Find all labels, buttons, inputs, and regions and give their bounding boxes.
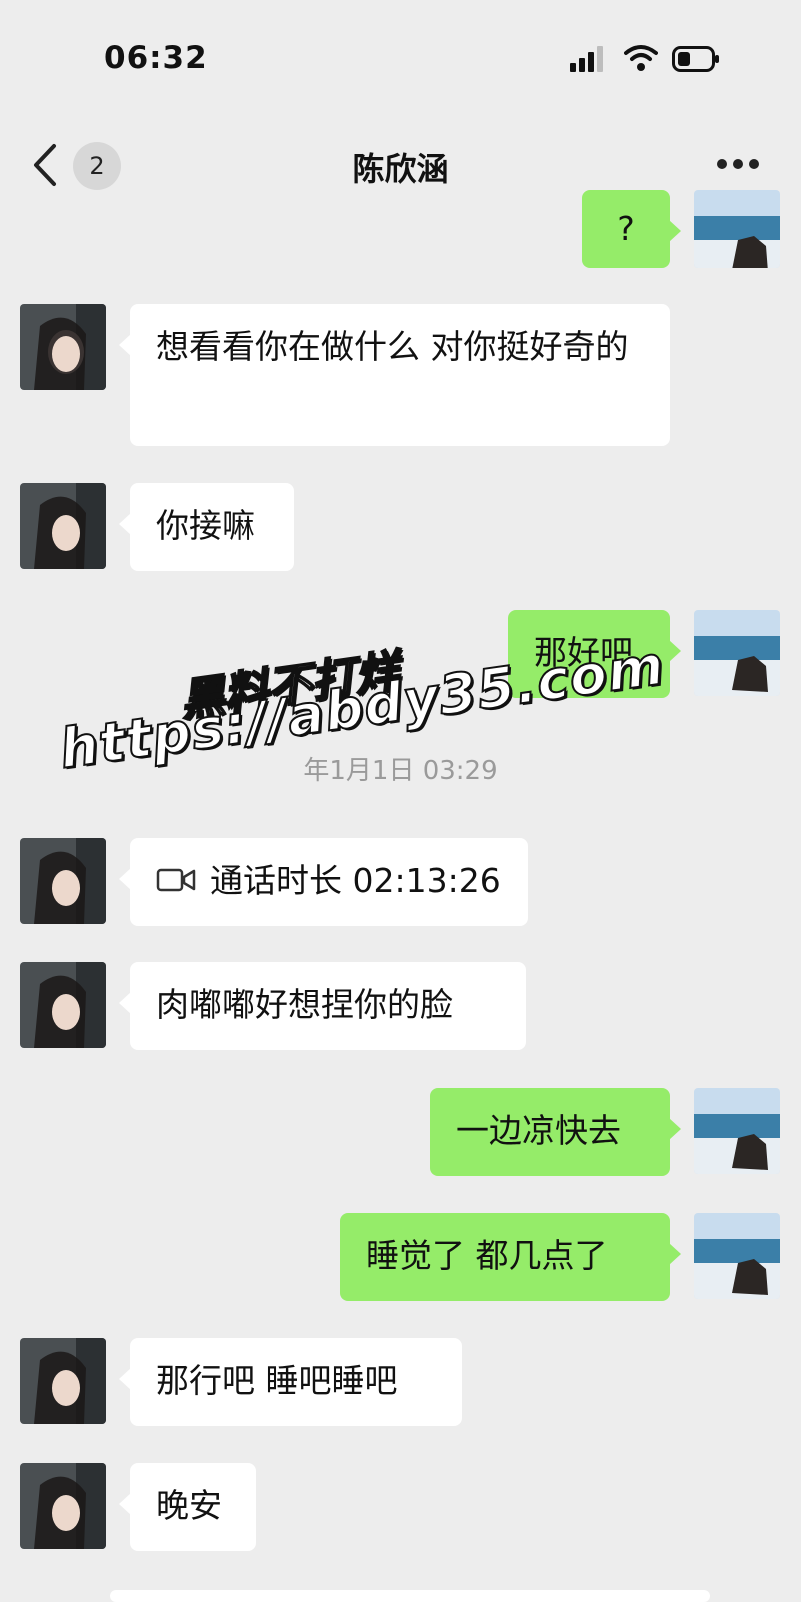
message-text: 你接嘛 bbox=[156, 506, 255, 545]
self-avatar[interactable] bbox=[694, 190, 780, 268]
message-text: 睡觉了 都几点了 bbox=[366, 1236, 608, 1275]
message-bubble-received[interactable]: 你接嘛 bbox=[119, 483, 294, 571]
signal-bars-icon bbox=[570, 46, 603, 72]
self-avatar[interactable] bbox=[694, 610, 780, 696]
contact-avatar[interactable] bbox=[20, 1463, 106, 1549]
contact-avatar[interactable] bbox=[20, 304, 106, 390]
message-bubble-sent[interactable]: 一边凉快去 bbox=[430, 1088, 681, 1176]
more-dots-icon[interactable] bbox=[716, 158, 760, 170]
contact-avatar[interactable] bbox=[20, 483, 106, 569]
status-bar: 06:32 bbox=[0, 0, 801, 120]
battery-icon bbox=[672, 46, 719, 72]
message-text: ? bbox=[617, 209, 635, 248]
message-text: 想看看你在做什么 对你挺好奇的 bbox=[156, 327, 629, 366]
status-time: 06:32 bbox=[104, 40, 208, 76]
contact-avatar[interactable] bbox=[20, 962, 106, 1048]
contact-avatar[interactable] bbox=[20, 838, 106, 924]
message-bubble-received[interactable]: 晚安 bbox=[119, 1463, 256, 1551]
message-bubble-received[interactable]: 想看看你在做什么 对你挺好奇的 bbox=[119, 304, 670, 446]
call-duration-text: 通话时长 02:13:26 bbox=[210, 861, 501, 900]
message-text: 肉嘟嘟好想捏你的脸 bbox=[156, 985, 453, 1024]
message-bubble-received[interactable]: 那行吧 睡吧睡吧 bbox=[119, 1338, 462, 1426]
message-input-bar[interactable] bbox=[110, 1590, 710, 1602]
message-text: 那行吧 睡吧睡吧 bbox=[156, 1361, 398, 1400]
call-record-bubble[interactable]: 通话时长 02:13:26 bbox=[119, 838, 528, 926]
message-bubble-sent[interactable]: 睡觉了 都几点了 bbox=[340, 1213, 681, 1301]
message-bubble-sent[interactable]: ? bbox=[582, 190, 681, 268]
message-text: 晚安 bbox=[156, 1486, 222, 1525]
self-avatar[interactable] bbox=[694, 1213, 780, 1299]
wifi-icon bbox=[624, 45, 658, 71]
video-call-icon bbox=[156, 868, 196, 891]
contact-avatar[interactable] bbox=[20, 1338, 106, 1424]
chat-title: 陈欣涵 bbox=[352, 150, 449, 188]
message-bubble-received[interactable]: 肉嘟嘟好想捏你的脸 bbox=[119, 962, 526, 1050]
chat-header: 2 陈欣涵 bbox=[0, 120, 801, 212]
self-avatar[interactable] bbox=[694, 1088, 780, 1174]
message-text: 一边凉快去 bbox=[456, 1111, 621, 1150]
